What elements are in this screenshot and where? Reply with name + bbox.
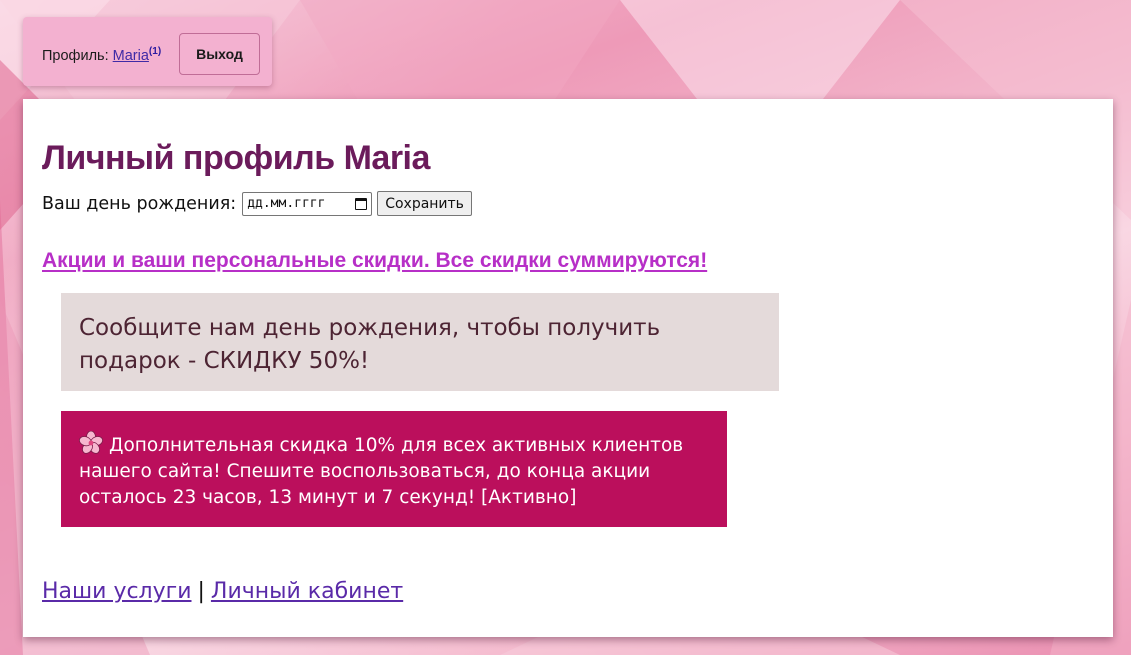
personal-cabinet-link[interactable]: Личный кабинет [211, 579, 403, 604]
page-title: Личный профиль Maria [42, 139, 430, 177]
profile-label: Профиль: Maria(1) [42, 46, 161, 64]
birthday-gift-notice: Сообщите нам день рождения, чтобы получи… [61, 293, 779, 391]
promotions-link[interactable]: Акции и ваши персональные скидки. Все ск… [42, 249, 707, 273]
save-button[interactable]: Сохранить [377, 191, 472, 216]
services-link[interactable]: Наши услуги [42, 579, 192, 604]
sakura-flower-icon [79, 431, 103, 454]
profile-bar: Профиль: Maria(1) Выход [23, 17, 272, 86]
logout-button[interactable]: Выход [179, 33, 260, 75]
profile-username-link[interactable]: Maria [113, 48, 149, 64]
active-discount-banner: Дополнительная скидка 10% для всех актив… [61, 411, 727, 527]
discount-banner-text: Дополнительная скидка 10% для всех актив… [79, 435, 684, 508]
birthday-label: Ваш день рождения: [42, 193, 237, 214]
date-placeholder: дд.мм.гггг [247, 196, 326, 211]
main-card: Личный профиль Maria Ваш день рождения: … [23, 99, 1113, 637]
calendar-icon[interactable] [355, 197, 368, 210]
notification-count[interactable]: (1) [149, 46, 161, 57]
birthday-row: Ваш день рождения: дд.мм.гггг Сохранить [42, 191, 472, 216]
profile-label-text: Профиль: [42, 47, 109, 64]
birthday-date-input[interactable]: дд.мм.гггг [242, 191, 373, 216]
footer-separator: | [197, 579, 205, 604]
footer-links: Наши услуги | Личный кабинет [42, 579, 403, 604]
